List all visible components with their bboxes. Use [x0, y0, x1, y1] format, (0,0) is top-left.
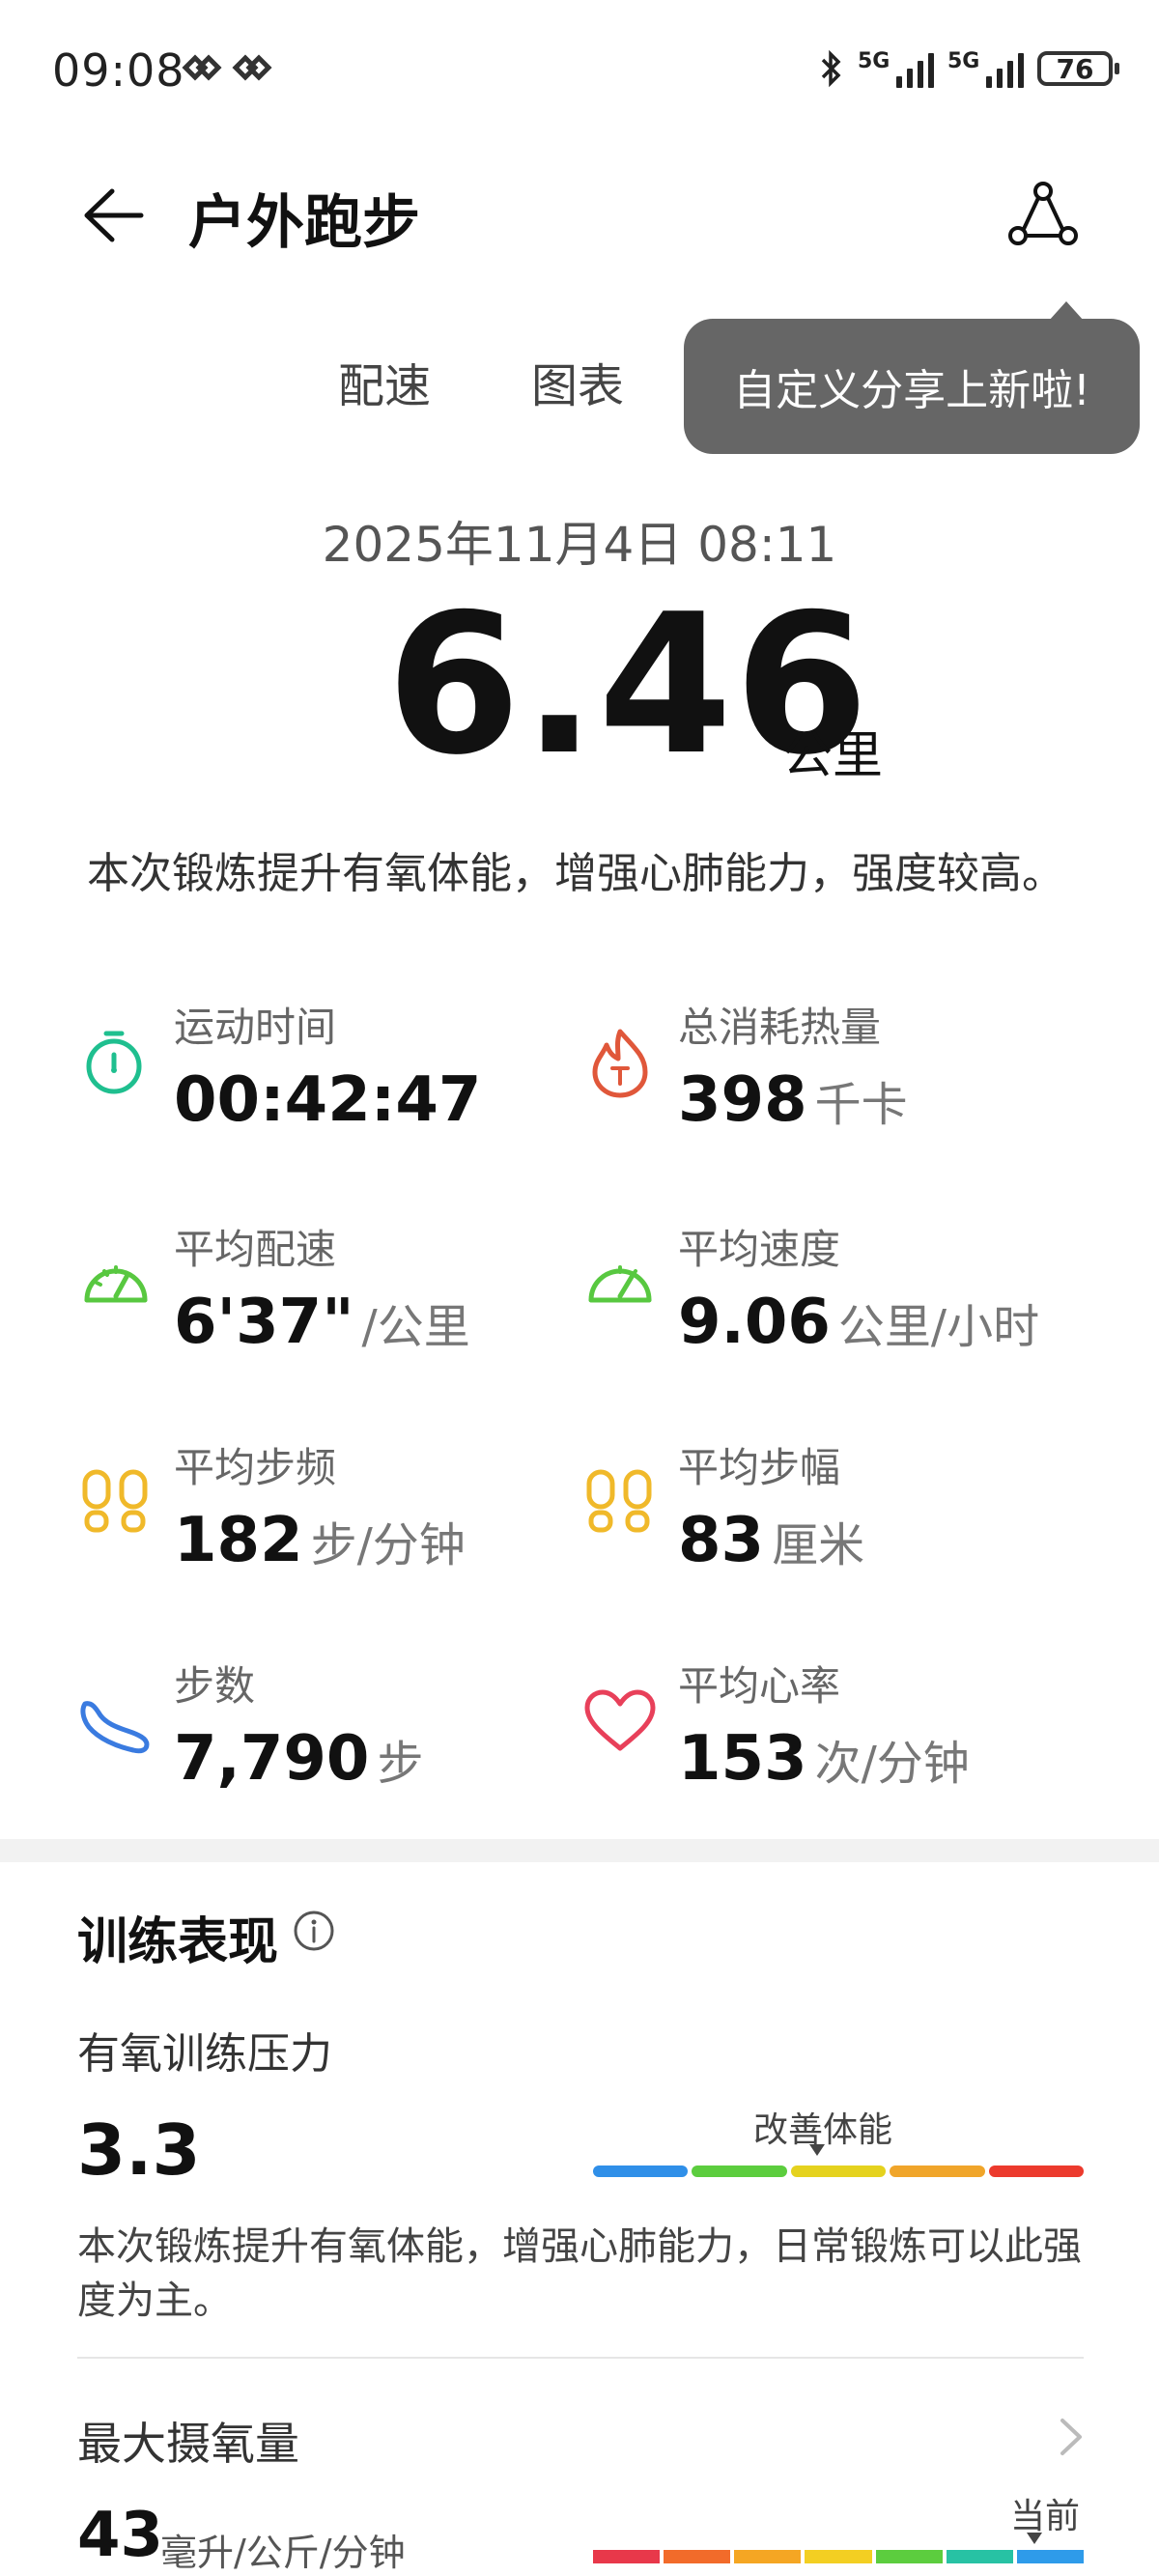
- metric-avg-pace: 平均配速 6'37"/公里: [77, 1217, 580, 1372]
- metric-label: 平均速度: [678, 1226, 841, 1273]
- aerobic-training-label: 有氧训练压力: [77, 2029, 332, 2079]
- battery-level: 76: [1056, 52, 1094, 85]
- network-type-label: 5G: [947, 49, 980, 73]
- workout-date: 2025年11月4日 08:11: [322, 517, 837, 573]
- metric-label: 步数: [174, 1662, 256, 1710]
- share-icon[interactable]: [1004, 176, 1082, 253]
- gauge-icon: [588, 1265, 652, 1303]
- signal-strength-icon: 5G: [947, 49, 1024, 88]
- network-type-label: 5G: [858, 49, 890, 73]
- section-divider: [0, 1839, 1159, 1862]
- scale-segment: [988, 2166, 1085, 2177]
- vo2max-value: 43: [77, 2500, 164, 2571]
- metric-value: 83 厘米: [678, 1505, 865, 1576]
- metric-value: 7,790 步: [174, 1723, 424, 1795]
- vo2max-current-marker: [1027, 2533, 1042, 2544]
- row-divider: [77, 2357, 1084, 2359]
- tooltip-text: 自定义分享上新啦!: [733, 366, 1090, 415]
- app-header: 户外跑步: [0, 164, 1159, 270]
- scale-segment: [890, 2166, 985, 2177]
- bluetooth-icon: [821, 49, 841, 88]
- vo2max-label[interactable]: 最大摄氧量: [77, 2409, 299, 2473]
- tab-chart[interactable]: 图表: [531, 348, 624, 415]
- tab-pace[interactable]: 配速: [338, 348, 431, 415]
- metric-value: 9.06 公里/小时: [678, 1287, 1040, 1358]
- metric-avg-speed: 平均速度 9.06 公里/小时: [581, 1217, 1084, 1372]
- aerobic-scale-marker: [809, 2144, 825, 2156]
- metric-value: 6'37"/公里: [174, 1287, 470, 1358]
- aerobic-description: 本次锻炼提升有氧体能，增强心肺能力，日常锻炼可以此强度为主。: [77, 2224, 1082, 2323]
- metric-duration: 运动时间 00:42:47: [77, 995, 580, 1149]
- aerobic-training-value: 3.3: [77, 2109, 201, 2191]
- signal-strength-icon: 5G: [858, 49, 934, 88]
- metric-label: 平均步幅: [678, 1444, 841, 1491]
- metric-label: 平均步频: [174, 1444, 337, 1491]
- page-title: 户外跑步: [188, 189, 420, 257]
- stopwatch-icon: [86, 1031, 142, 1094]
- share-tooltip[interactable]: 自定义分享上新啦!: [684, 301, 1140, 454]
- status-right: 5G 5G 76: [819, 48, 1119, 89]
- status-time: 09:08: [52, 44, 185, 97]
- status-bar: 09:08 5G 5G 76: [0, 0, 1159, 145]
- metric-label: 平均心率: [678, 1662, 841, 1710]
- metric-value: 00:42:47: [174, 1064, 482, 1136]
- metric-avg-stride: 平均步幅 83 厘米: [581, 1435, 1084, 1590]
- metric-avg-cadence: 平均步频 182 步/分钟: [77, 1435, 580, 1590]
- heart-icon: [584, 1689, 656, 1751]
- metric-steps: 步数 7,790 步: [77, 1654, 580, 1808]
- app-notification-icon: [182, 54, 222, 81]
- distance-unit: 公里: [782, 727, 884, 785]
- footprints-icon: [82, 1469, 148, 1533]
- info-icon[interactable]: [292, 1909, 336, 1953]
- app-notification-icon: [232, 54, 272, 81]
- speedometer-icon: [84, 1265, 148, 1303]
- section-title-training: 训练表现: [77, 1913, 279, 1971]
- metric-label: 平均配速: [174, 1226, 337, 1273]
- chevron-right-icon[interactable]: [1053, 2413, 1088, 2461]
- workout-summary: 本次锻炼提升有氧体能，增强心肺能力，强度较高。: [87, 849, 1064, 898]
- vo2max-unit: 毫升/公斤/分钟: [160, 2532, 406, 2574]
- metric-value: 153 次/分钟: [678, 1723, 970, 1795]
- metric-label: 总消耗热量: [678, 1004, 882, 1051]
- vo2max-current-label: 当前: [1010, 2497, 1081, 2536]
- scale-segment: [790, 2166, 887, 2177]
- battery-icon: 76: [1037, 51, 1119, 86]
- shoe-icon: [80, 1701, 150, 1754]
- scale-segment: [593, 2166, 689, 2177]
- metric-avg-heart-rate: 平均心率 153 次/分钟: [581, 1654, 1084, 1808]
- aerobic-scale: [593, 2166, 1085, 2177]
- metric-value: 398 千卡: [678, 1064, 908, 1136]
- back-arrow-icon[interactable]: [77, 182, 145, 249]
- scale-segment: [692, 2166, 787, 2177]
- metric-label: 运动时间: [174, 1004, 337, 1051]
- metric-value: 182 步/分钟: [174, 1505, 466, 1576]
- metric-calories: 总消耗热量 398 千卡: [581, 995, 1084, 1149]
- footprints-icon: [586, 1469, 652, 1533]
- flame-icon: [592, 1029, 648, 1098]
- notification-icons: [182, 54, 272, 83]
